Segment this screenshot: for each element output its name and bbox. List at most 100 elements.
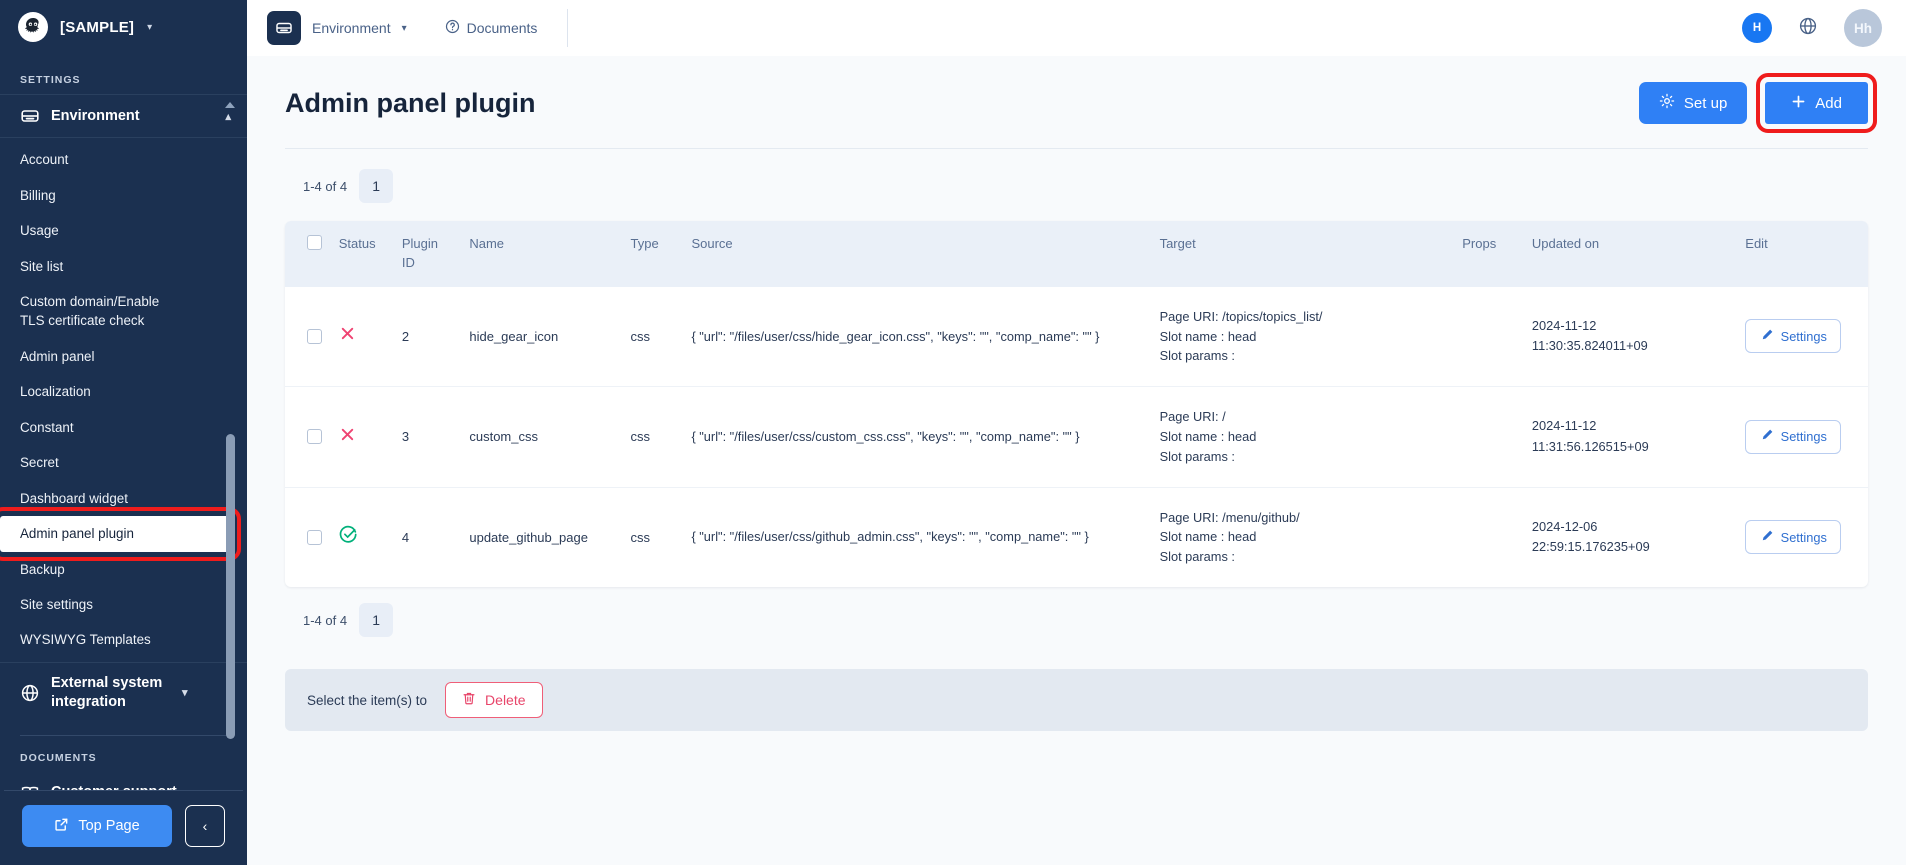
chevron-up-icon: ▴ (225, 110, 231, 123)
chevron-left-icon: ‹ (203, 818, 208, 834)
scroll-up-arrow-icon[interactable] (225, 102, 235, 108)
sidebar-item-secret[interactable]: Secret (0, 445, 247, 480)
bulk-actions-label: Select the item(s) to (307, 693, 427, 708)
sidebar-item-usage[interactable]: Usage (0, 213, 247, 248)
cross-icon (339, 431, 356, 446)
topbar-environment-label: Environment (312, 20, 391, 36)
table-row: 4 update_github_page css { "url": "/file… (285, 487, 1868, 587)
row-target-slot-params: Slot params : (1160, 346, 1447, 366)
row-updated-time: 11:30:35.824011+09 (1532, 336, 1729, 356)
sidebar-footer: Top Page ‹ (4, 790, 243, 865)
row-select-cell (285, 387, 331, 487)
top-page-button[interactable]: Top Page (22, 805, 172, 847)
row-settings-button[interactable]: Settings (1745, 319, 1841, 353)
row-type: css (622, 487, 683, 587)
plugins-table-head: Status Plugin ID Name Type Source Target… (285, 221, 1868, 287)
sidebar-scrollbar[interactable] (233, 54, 240, 790)
sidebar-group-external-system-integration[interactable]: External system integration ▾ (0, 662, 247, 723)
sidebar-item-backup[interactable]: Backup (0, 552, 247, 587)
server-icon (267, 11, 301, 45)
row-updated-time: 11:31:56.126515+09 (1532, 437, 1729, 457)
sidebar-item-site-settings[interactable]: Site settings (0, 587, 247, 622)
row-edit-cell: Settings (1737, 387, 1868, 487)
sidebar-group-external-label: External system integration (51, 674, 171, 712)
pencil-icon (1760, 529, 1774, 546)
header-status: Status (331, 221, 394, 287)
bulk-actions-bar: Select the item(s) to Delete (285, 669, 1868, 731)
chevron-down-icon: ▾ (402, 23, 407, 34)
row-updated-cell: 2024-12-06 22:59:15.176235+09 (1524, 487, 1737, 587)
row-checkbox[interactable] (307, 329, 322, 344)
delete-button[interactable]: Delete (445, 682, 542, 718)
plugins-table: Status Plugin ID Name Type Source Target… (285, 221, 1868, 587)
row-name: update_github_page (461, 487, 622, 587)
cross-icon (339, 330, 356, 345)
row-edit-cell: Settings (1737, 487, 1868, 587)
sidebar-item-dashboard-widget[interactable]: Dashboard widget (0, 481, 247, 516)
sidebar-item-billing[interactable]: Billing (0, 178, 247, 213)
sidebar-group-customer-support[interactable]: Customer support ▾ (0, 772, 247, 791)
page-title: Admin panel plugin (285, 88, 536, 119)
header-source: Source (683, 221, 1151, 287)
sidebar-collapse-button[interactable]: ‹ (185, 805, 225, 847)
row-checkbox[interactable] (307, 429, 322, 444)
sidebar-group-environment[interactable]: Environment ▴ (0, 94, 247, 138)
sidebar-item-site-list[interactable]: Site list (0, 249, 247, 284)
sidebar-brand[interactable]: [SAMPLE] ▾ (0, 0, 247, 54)
row-updated-date: 2024-12-06 (1532, 517, 1729, 537)
row-target-slot-name: Slot name : head (1160, 327, 1447, 347)
chevron-down-icon[interactable]: ▾ (147, 22, 152, 33)
pagination-page-1[interactable]: 1 (359, 603, 393, 637)
chevron-down-icon: ▾ (225, 786, 231, 790)
row-settings-button[interactable]: Settings (1745, 420, 1841, 454)
row-settings-button[interactable]: Settings (1745, 520, 1841, 554)
globe-icon (20, 683, 40, 703)
scrollbar-thumb[interactable] (226, 434, 235, 739)
add-button[interactable]: Add (1765, 82, 1868, 124)
header-name: Name (461, 221, 622, 287)
row-checkbox[interactable] (307, 530, 322, 545)
check-circle-icon (339, 532, 358, 547)
row-props (1454, 287, 1524, 387)
row-plugin-id: 2 (394, 287, 462, 387)
row-source-cell: { "url": "/files/user/css/custom_css.css… (683, 387, 1151, 487)
sidebar-item-wysiwyg-templates[interactable]: WYSIWYG Templates (0, 622, 247, 657)
select-all-checkbox[interactable] (307, 235, 322, 250)
external-link-icon (54, 817, 69, 836)
pagination-range: 1-4 of 4 (303, 179, 347, 194)
row-target-cell: Page URI: / Slot name : head Slot params… (1152, 387, 1455, 487)
topbar-documents-link[interactable]: Documents (445, 19, 538, 37)
book-icon (20, 783, 40, 791)
topbar: Environment ▾ Documents H (247, 0, 1906, 56)
sidebar-section-settings-label: SETTINGS (0, 62, 247, 94)
plugins-table-body: 2 hide_gear_icon css { "url": "/files/us… (285, 287, 1868, 587)
main-area: Environment ▾ Documents H (247, 0, 1906, 865)
sidebar-item-admin-panel[interactable]: Admin panel (0, 339, 247, 374)
globe-icon[interactable] (1798, 16, 1818, 41)
delete-button-label: Delete (485, 692, 525, 708)
set-up-button[interactable]: Set up (1639, 82, 1747, 124)
sidebar-item-localization[interactable]: Localization (0, 374, 247, 409)
sidebar-item-custom-domain[interactable]: Custom domain/Enable TLS certificate che… (0, 284, 185, 339)
sidebar-item-constant[interactable]: Constant (0, 410, 247, 445)
sidebar-item-account[interactable]: Account (0, 142, 247, 177)
add-button-label: Add (1815, 95, 1842, 112)
avatar[interactable]: Hh (1844, 9, 1882, 47)
top-page-button-label: Top Page (78, 818, 139, 834)
header-plugin-id: Plugin ID (394, 221, 462, 287)
pagination-page-1[interactable]: 1 (359, 169, 393, 203)
header-select-all (285, 221, 331, 287)
header-target: Target (1152, 221, 1455, 287)
row-updated-time: 22:59:15.176235+09 (1532, 537, 1729, 557)
row-type: css (622, 387, 683, 487)
set-up-button-label: Set up (1684, 95, 1727, 112)
header-props: Props (1454, 221, 1524, 287)
row-name: hide_gear_icon (461, 287, 622, 387)
gear-icon (1659, 93, 1675, 113)
notification-badge[interactable]: H (1742, 13, 1772, 43)
row-source: { "url": "/files/user/css/hide_gear_icon… (691, 327, 1143, 347)
sidebar-item-admin-panel-plugin[interactable]: Admin panel plugin (0, 516, 232, 551)
pencil-icon (1760, 428, 1774, 445)
row-source: { "url": "/files/user/css/custom_css.css… (691, 427, 1143, 447)
topbar-environment-switcher[interactable]: Environment ▾ (267, 11, 407, 45)
